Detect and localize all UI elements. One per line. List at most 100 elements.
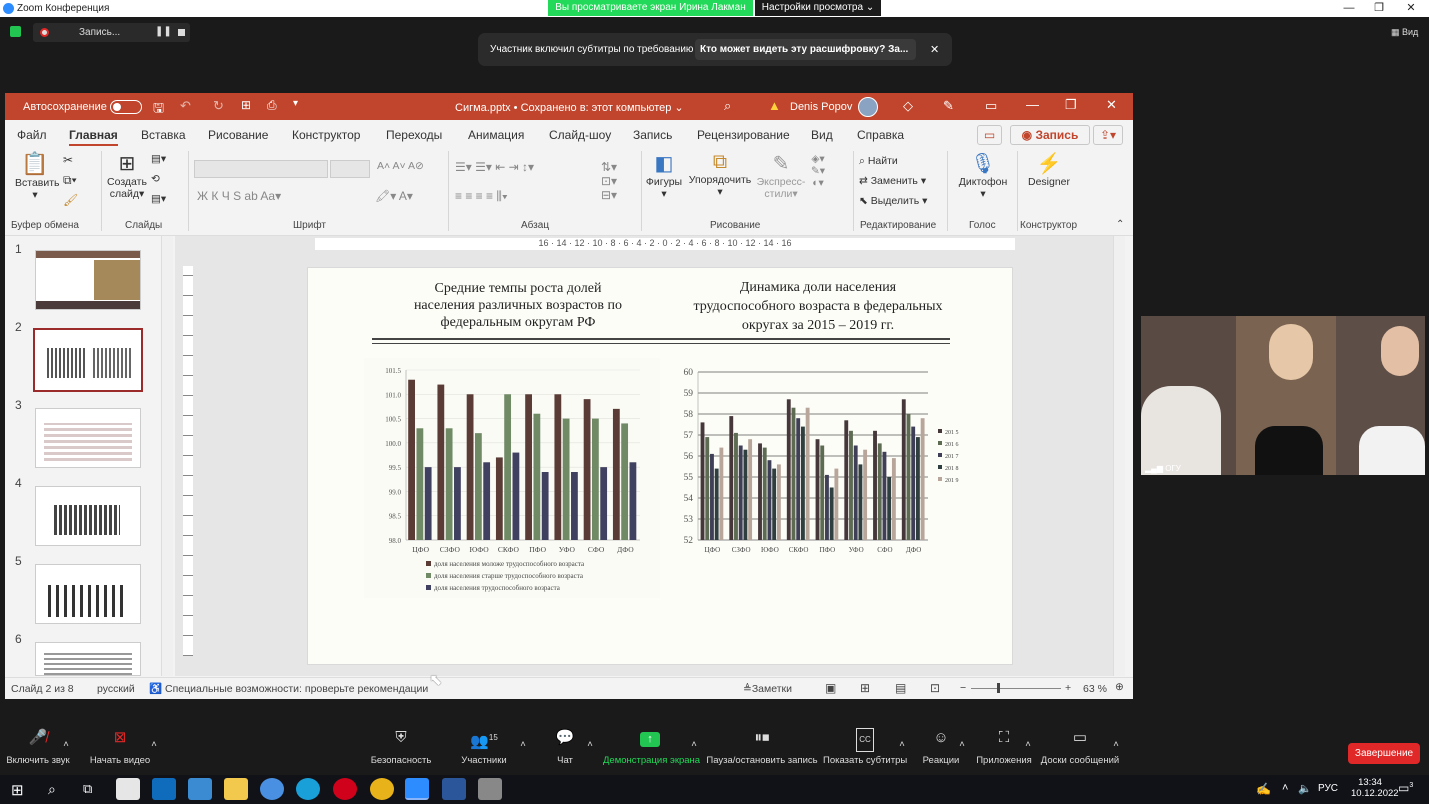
ppt-close-icon[interactable]: ✕ (1106, 97, 1117, 113)
language[interactable]: русский (97, 683, 135, 695)
chrome-alt-icon[interactable] (260, 778, 284, 800)
font-size-select[interactable] (330, 160, 370, 178)
slide-thumb-2[interactable] (33, 328, 143, 392)
autosave-toggle[interactable] (110, 100, 142, 114)
task-view-icon[interactable]: ⧉ (83, 781, 92, 797)
user-name[interactable]: Denis Popov (790, 101, 852, 113)
chat-chevron-icon[interactable]: ˄ (585, 739, 595, 750)
redo-icon[interactable]: ↻ (213, 98, 224, 114)
close-icon[interactable]: ✕ (1396, 0, 1426, 16)
apps-chevron-icon[interactable]: ˄ (1023, 739, 1033, 750)
tab-transitions[interactable]: Переходы (386, 128, 442, 142)
ppt-minimize-icon[interactable]: — (1026, 97, 1039, 112)
security-button[interactable]: ⛨ Безопасность (370, 727, 432, 766)
canvas-scrollbar[interactable] (1113, 236, 1125, 676)
view-options-button[interactable]: Настройки просмотра ⌄ (755, 0, 881, 16)
captions-button[interactable]: CC Показать субтитры (823, 727, 907, 766)
tab-help[interactable]: Справка (857, 128, 904, 142)
slide-sorter-icon[interactable]: ⊞ (860, 681, 870, 695)
reactions-button[interactable]: ☺ Реакции (920, 727, 962, 766)
tab-record[interactable]: Запись (633, 128, 672, 142)
windows-start-icon[interactable]: ⊞ (11, 781, 24, 799)
clock[interactable]: 13:34 10.12.2022 (1351, 777, 1399, 799)
slide-thumb-4[interactable] (35, 486, 141, 546)
new-slide-button[interactable]: ⊞ Создать слайд▾ (105, 151, 149, 200)
chat-button[interactable]: 💬 Чат (548, 727, 582, 766)
subtitle-link[interactable]: Кто может видеть эту расшифровку? За... (700, 44, 908, 55)
format-painter-icon[interactable]: 🖌 (63, 193, 78, 207)
file-name[interactable]: Сигма.pptx • Сохранено в: этот компьютер… (455, 101, 684, 114)
font-format-icons[interactable]: Ж К Ч S ab Aa▾ (197, 189, 281, 203)
edge-icon[interactable] (296, 778, 320, 800)
tab-slideshow[interactable]: Слайд-шоу (549, 128, 611, 142)
ppt-maximize-icon[interactable]: ❐ (1065, 97, 1077, 113)
list-icons[interactable]: ☰▾ ☰▾ ⇤ ⇥ ↕▾ (455, 160, 534, 174)
select-button[interactable]: ⬉ Выделить ▾ (859, 195, 927, 207)
find-button[interactable]: ⌕ Найти (859, 155, 898, 168)
notifications-icon[interactable]: ▭3 (1398, 781, 1413, 795)
fill-icons[interactable]: ◈▾ ✎▾ ◐▾ (811, 153, 825, 189)
diamond-icon[interactable]: ◇ (903, 98, 913, 114)
zoom-slider[interactable] (971, 688, 1061, 689)
tab-home[interactable]: Главная (69, 128, 118, 146)
font-color-icons[interactable]: 🖍▾ A▾ (375, 189, 413, 203)
section-icon[interactable]: ▤▾ (151, 193, 166, 205)
zoom-in-icon[interactable]: + (1065, 682, 1071, 694)
grow-font-icon[interactable]: A˄ A˅ A⊘ (377, 160, 424, 172)
zoom-level[interactable]: 63 % (1083, 683, 1107, 695)
close-notification-icon[interactable]: ✕ (930, 43, 939, 56)
present-icon[interactable]: ⊞ (241, 98, 251, 112)
fit-slide-icon[interactable]: ⊕ (1115, 681, 1124, 693)
opera-icon[interactable] (333, 778, 357, 800)
tab-design[interactable]: Конструктор (292, 128, 360, 142)
undo-icon[interactable]: ↶ (180, 98, 191, 114)
accessibility-status[interactable]: Специальные возможности: проверьте реком… (165, 683, 428, 695)
file-explorer-icon[interactable] (224, 778, 248, 800)
volume-icon[interactable]: 🔈 (1298, 782, 1312, 795)
cut-icon[interactable]: ✂ (63, 153, 73, 167)
store-icon[interactable] (116, 778, 140, 800)
collapse-ribbon-icon[interactable]: ⌃ (1116, 219, 1124, 230)
input-language[interactable]: РУС (1318, 783, 1338, 794)
tab-insert[interactable]: Вставка (141, 128, 186, 142)
mail-icon[interactable] (152, 778, 176, 800)
reactions-chevron-icon[interactable]: ˄ (957, 739, 967, 750)
zoom-taskbar-icon[interactable] (405, 778, 429, 800)
comments-icon[interactable]: ▭ (977, 125, 1002, 145)
participants-chevron-icon[interactable]: ˄ (518, 739, 528, 750)
app-icon[interactable] (478, 778, 502, 800)
share-chevron-icon[interactable]: ˄ (689, 739, 699, 750)
replace-button[interactable]: ⇄ Заменить ▾ (859, 175, 926, 187)
end-meeting-button[interactable]: Завершение (1348, 743, 1420, 764)
normal-view-icon[interactable]: ▣ (825, 681, 836, 695)
tab-view[interactable]: Вид (811, 128, 833, 142)
search-taskbar-icon[interactable]: ⌕ (48, 781, 56, 798)
slide-thumb-3[interactable] (35, 408, 141, 468)
participants-button[interactable]: 👥15 Участники (458, 727, 510, 766)
pause-stop-recording-button[interactable]: ⏸⏹ Пауза/остановить запись (706, 727, 818, 766)
layout-icon[interactable]: ▤▾ (151, 153, 166, 165)
notes-button[interactable]: ≜Заметки (743, 683, 792, 695)
save-icon[interactable]: 🖫 (153, 99, 164, 121)
share-screen-button[interactable]: ↑ Демонстрация экрана (603, 727, 700, 766)
slide-thumb-1[interactable] (35, 250, 141, 310)
reset-icon[interactable]: ⟲ (151, 173, 160, 185)
word-icon[interactable] (442, 778, 466, 800)
video-button[interactable]: ⊠ Начать видео (89, 727, 151, 766)
view-button[interactable]: ▦ Вид (1391, 27, 1418, 38)
pen-tray-icon[interactable]: ✍ (1256, 782, 1271, 796)
reading-view-icon[interactable]: ▤ (895, 681, 906, 695)
tray-chevron-icon[interactable]: ˄ (1282, 782, 1288, 794)
tab-draw[interactable]: Рисование (208, 128, 268, 142)
tab-file[interactable]: Файл (17, 128, 47, 142)
photos-icon[interactable] (188, 778, 212, 800)
whiteboards-chevron-icon[interactable]: ˄ (1111, 739, 1121, 750)
quick-styles-button[interactable]: ✎ Экспресс-стили▾ (755, 151, 807, 200)
text-direction-icons[interactable]: ⇅▾ ⊡▾ ⊟▾ (601, 160, 617, 202)
audio-options-chevron-icon[interactable]: ˄ (61, 739, 71, 750)
avatar[interactable] (858, 97, 878, 117)
zoom-out-icon[interactable]: − (960, 682, 966, 694)
dictate-button[interactable]: 🎙 Диктофон ▾ (955, 151, 1011, 200)
chrome-icon[interactable] (370, 778, 394, 800)
share-icon[interactable]: ⇪▾ (1093, 125, 1123, 145)
